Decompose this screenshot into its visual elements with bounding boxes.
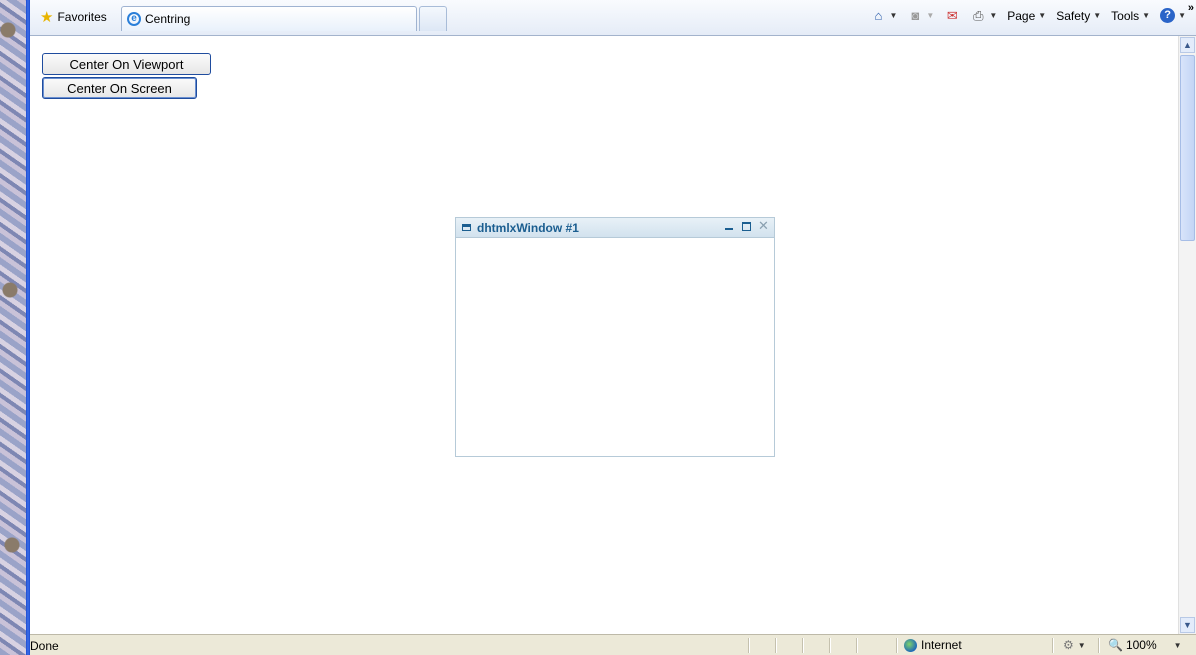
home-icon: ⌂: [874, 7, 883, 23]
chevron-down-icon: ▼: [1142, 11, 1151, 20]
status-divider: [896, 638, 898, 653]
zone-label: Internet: [921, 638, 962, 652]
browser-tab-active[interactable]: e Centring: [121, 6, 417, 31]
chevron-down-icon: ▼: [989, 11, 998, 20]
status-divider: [1052, 638, 1054, 653]
safety-menu-label: Safety: [1056, 8, 1091, 23]
close-icon[interactable]: ✕: [758, 219, 769, 232]
dhtmlx-window-title: dhtmlxWindow #1: [477, 220, 579, 235]
page-content: Center On Viewport Center On Screen dhtm…: [30, 36, 1178, 634]
command-toolbar: ⌂ ▼ ◙ ▼ ✉ ⎙ ▼ Page ▼ Safety ▼ Tools ▼ ? …: [870, 8, 1186, 23]
chevron-down-icon: ▼: [1093, 11, 1102, 20]
print-button[interactable]: ⎙ ▼: [970, 7, 998, 23]
chevron-down-icon: ▼: [1038, 11, 1047, 20]
status-divider: [802, 638, 804, 653]
chevron-down-icon: ▼: [889, 11, 898, 20]
window-icon: [462, 224, 471, 231]
protected-mode-icon: ⚙: [1063, 638, 1074, 652]
toolbar-overflow-button[interactable]: »: [1188, 2, 1194, 14]
help-button[interactable]: ? ▼: [1160, 8, 1186, 23]
status-divider: [1098, 638, 1100, 653]
scroll-down-arrow-icon[interactable]: ▼: [1180, 617, 1195, 633]
favorites-label: Favorites: [57, 10, 107, 24]
feeds-icon: ◙: [911, 7, 920, 23]
new-tab-button[interactable]: [419, 6, 447, 31]
favorites-button[interactable]: ★ Favorites: [34, 6, 113, 28]
page-menu-label: Page: [1007, 8, 1036, 23]
dhtmlx-window[interactable]: dhtmlxWindow #1 ✕: [455, 217, 775, 457]
status-bar: Done Internet ⚙ ▼ 🔍 100% ▼: [30, 634, 1196, 655]
ie-logo-icon: e: [127, 12, 141, 26]
feeds-button[interactable]: ◙ ▼: [907, 7, 935, 23]
center-on-screen-button[interactable]: Center On Screen: [42, 77, 197, 99]
protected-mode-button[interactable]: ⚙ ▼: [1063, 638, 1086, 652]
safety-menu[interactable]: Safety ▼: [1056, 9, 1101, 23]
chevron-down-icon: ▼: [1077, 640, 1086, 650]
tools-menu-label: Tools: [1111, 8, 1140, 23]
mail-button[interactable]: ✉: [944, 7, 960, 23]
magnifier-icon: 🔍: [1108, 638, 1123, 652]
status-divider: [775, 638, 777, 653]
globe-icon: [904, 638, 917, 652]
chevron-down-icon: ▼: [1178, 11, 1186, 20]
chevron-down-icon: ▼: [1173, 640, 1182, 650]
maximize-icon[interactable]: [741, 220, 751, 232]
status-text: Done: [30, 639, 59, 653]
vertical-scrollbar[interactable]: ▲ ▼: [1178, 36, 1196, 634]
status-divider: [748, 638, 750, 653]
print-icon: ⎙: [973, 7, 984, 23]
scrollbar-thumb[interactable]: [1180, 55, 1195, 241]
chevron-down-icon: ▼: [926, 11, 935, 20]
security-zone[interactable]: Internet: [904, 638, 962, 652]
tab-title: Centring: [145, 12, 191, 26]
dhtmlx-window-header[interactable]: dhtmlxWindow #1 ✕: [456, 218, 774, 238]
star-icon: ★: [40, 8, 54, 26]
window-controls: ✕: [724, 219, 769, 232]
zoom-control[interactable]: 🔍 100% ▼: [1108, 638, 1182, 652]
mail-icon: ✉: [946, 7, 958, 23]
help-icon: ?: [1160, 8, 1176, 23]
desktop-background-strip: [0, 0, 26, 655]
zoom-level: 100%: [1125, 638, 1157, 652]
browser-command-bar: ★ Favorites e Centring ⌂ ▼ ◙ ▼ ✉ ⎙ ▼ Pag…: [30, 0, 1196, 36]
status-divider: [856, 638, 858, 653]
status-divider: [829, 638, 831, 653]
center-on-viewport-button[interactable]: Center On Viewport: [42, 53, 211, 75]
home-button[interactable]: ⌂ ▼: [870, 7, 898, 23]
tools-menu[interactable]: Tools ▼: [1111, 9, 1150, 23]
minimize-icon[interactable]: [724, 220, 734, 232]
scroll-up-arrow-icon[interactable]: ▲: [1180, 37, 1195, 53]
page-menu[interactable]: Page ▼: [1007, 9, 1046, 23]
